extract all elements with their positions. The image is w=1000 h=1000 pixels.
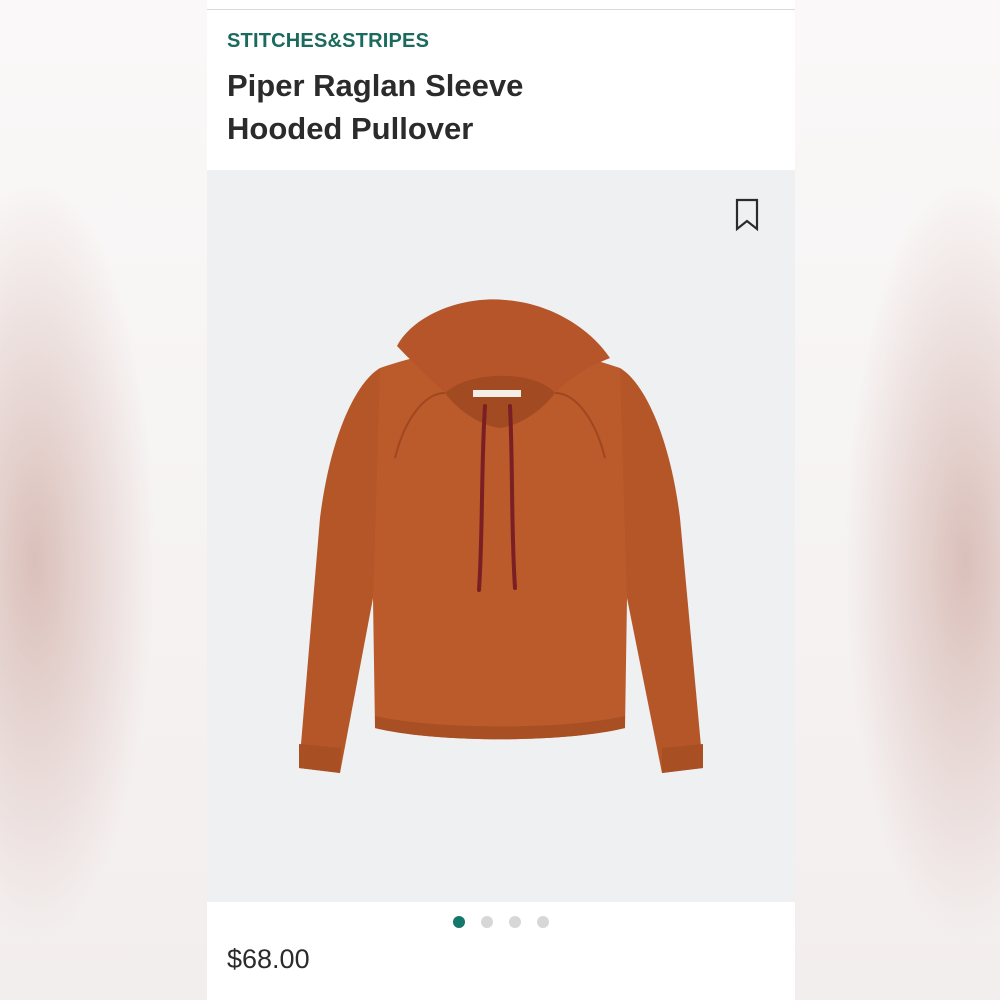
product-image-area[interactable] <box>207 170 795 902</box>
product-price: $68.00 <box>227 944 310 974</box>
carousel-dot-4[interactable] <box>537 916 549 928</box>
carousel-dot-2[interactable] <box>481 916 493 928</box>
brand-name[interactable]: STITCHES&STRIPES <box>227 30 429 53</box>
bookmark-icon[interactable] <box>735 198 759 232</box>
product-title-line-1: Piper Raglan Sleeve <box>227 68 524 103</box>
divider <box>207 9 795 10</box>
product-card: STITCHES&STRIPES Piper Raglan Sleeve Hoo… <box>207 0 795 1000</box>
product-title-line-2: Hooded Pullover <box>227 111 474 146</box>
carousel-dot-3[interactable] <box>509 916 521 928</box>
carousel-dot-1[interactable] <box>453 916 465 928</box>
hooded-pullover-image <box>299 299 703 773</box>
carousel-dots <box>207 916 795 928</box>
product-title: Piper Raglan Sleeve Hooded Pullover <box>227 64 647 150</box>
